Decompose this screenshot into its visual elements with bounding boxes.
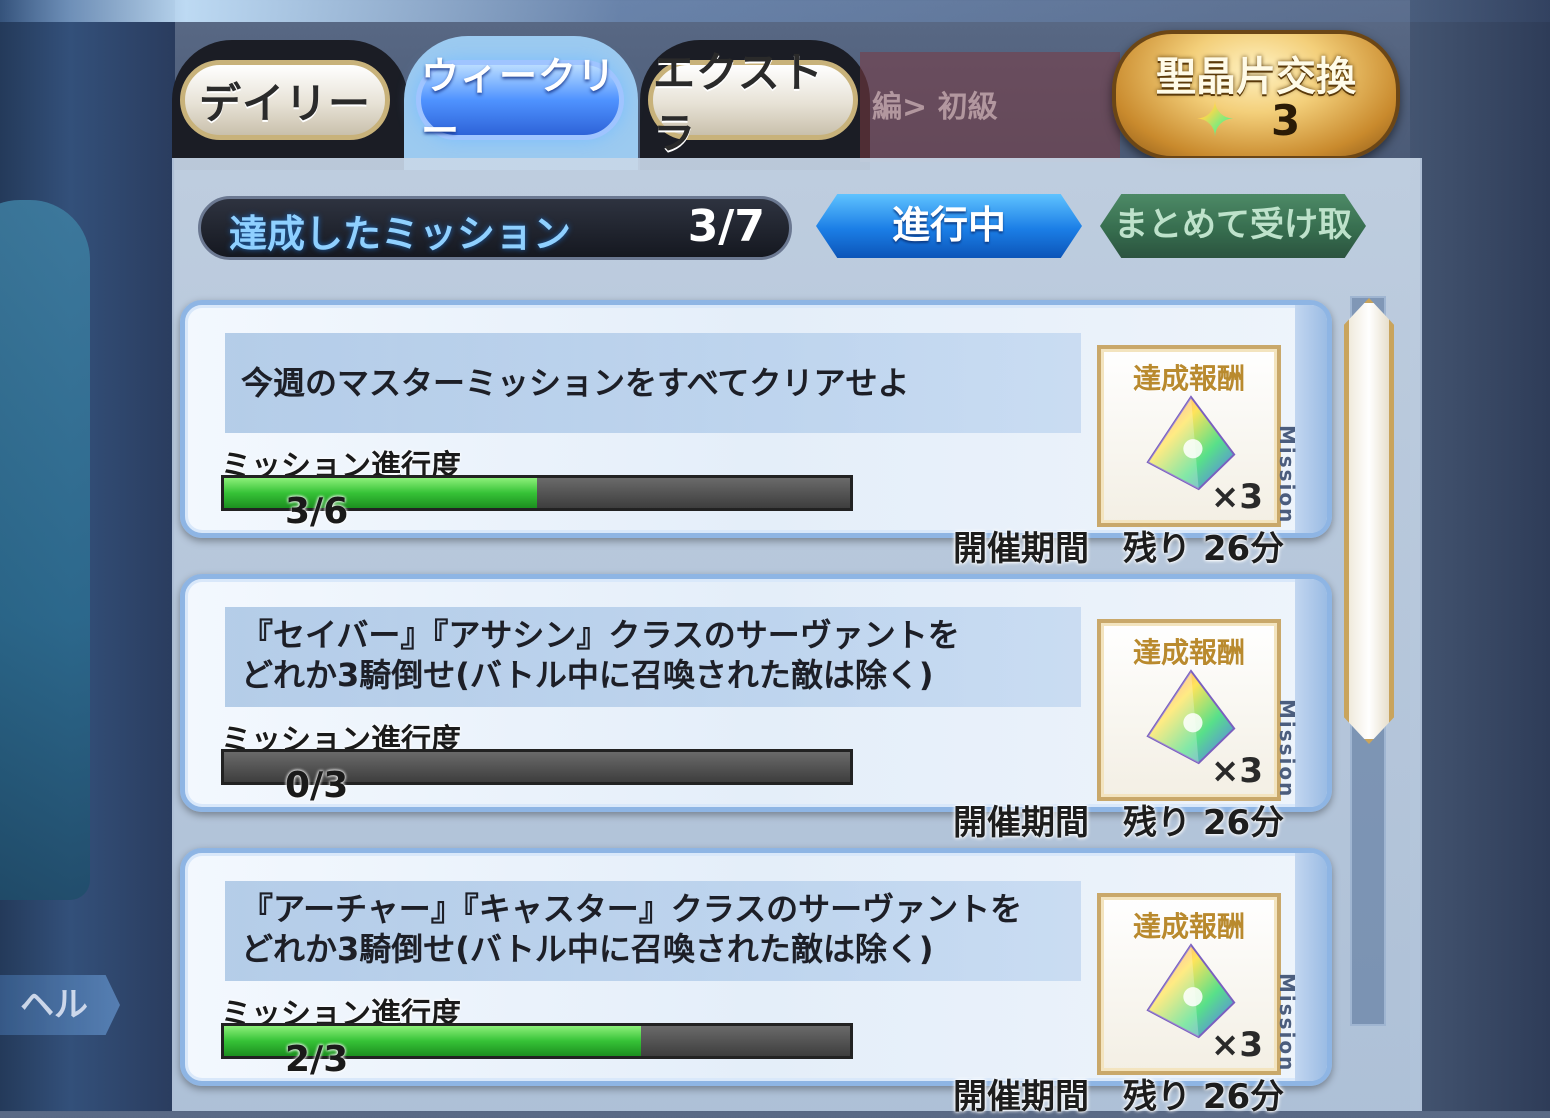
background-left: ヘルプ — [0, 0, 175, 1111]
tab-daily[interactable]: デイリー — [180, 60, 390, 140]
mission-card[interactable]: 『アーチャー』『キャスター』クラスのサーヴァントを どれか3騎倒せ(バトル中に召… — [180, 848, 1332, 1117]
exchange-label: 聖晶片交換 — [1156, 54, 1356, 100]
reward-quantity: ×3 — [1210, 477, 1263, 517]
mission-progress-value: 3/6 — [285, 491, 349, 532]
mission-progress-value: 0/3 — [285, 765, 349, 806]
reward-label: 達成報酬 — [1132, 362, 1245, 395]
quartz-fragment-exchange-button[interactable]: 聖晶片交換 ✦ 3 — [1112, 30, 1400, 160]
mission-side-tab: Mission — [1275, 305, 1327, 533]
tab-extra[interactable]: エクストラ — [648, 48, 858, 158]
achieved-value: 3/7 — [687, 201, 765, 252]
reward-label: 達成報酬 — [1132, 636, 1245, 669]
mission-description: 今週のマスターミッションをすべてクリアせよ — [241, 364, 910, 402]
mission-progress-value: 2/3 — [285, 1039, 349, 1080]
mission-progress-fill — [224, 478, 537, 508]
mission-period: 開催期間 残り 26分 — [953, 529, 1285, 569]
mission-side-label: Mission — [1275, 699, 1299, 799]
mission-reward: 達成報酬 ×3 — [1097, 619, 1281, 801]
scrollbar-thumb[interactable] — [1344, 298, 1394, 744]
background-quest-text: 編> 初級 — [872, 90, 998, 125]
mission-card[interactable]: 今週のマスターミッションをすべてクリアせよ ミッション進行度 3/6 達成報酬 … — [180, 300, 1332, 569]
background-right — [1410, 0, 1550, 1111]
mission-side-label: Mission — [1275, 973, 1299, 1073]
exchange-count: 3 — [1271, 96, 1301, 145]
help-button[interactable]: ヘルプ — [0, 975, 120, 1035]
mission-reward: 達成報酬 ×3 — [1097, 893, 1281, 1075]
mission-description: 『セイバー』『アサシン』クラスのサーヴァントを どれか3騎倒せ(バトル中に召喚さ… — [241, 616, 960, 694]
mission-side-tab: Mission — [1275, 853, 1327, 1081]
mission-side-tab: Mission — [1275, 579, 1327, 807]
reward-quantity: ×3 — [1210, 751, 1263, 791]
mission-description: 『アーチャー』『キャスター』クラスのサーヴァントを どれか3騎倒せ(バトル中に召… — [241, 890, 1023, 968]
in-progress-filter-button[interactable]: 進行中 — [816, 194, 1082, 258]
background-character — [0, 200, 90, 900]
claim-all-button[interactable]: まとめて受け取る — [1100, 194, 1366, 258]
star-icon: ✦ — [1191, 96, 1239, 144]
mission-period: 開催期間 残り 26分 — [953, 803, 1285, 843]
top-glow — [0, 0, 1550, 22]
tab-weekly[interactable]: ウィークリー — [416, 54, 624, 153]
reward-label: 達成報酬 — [1132, 910, 1245, 943]
achieved-label: 達成したミッション — [229, 212, 572, 256]
mission-side-label: Mission — [1275, 425, 1299, 525]
reward-quantity: ×3 — [1210, 1025, 1263, 1065]
achieved-missions-bar: 達成したミッション 3/7 — [198, 196, 792, 260]
mission-reward: 達成報酬 ×3 — [1097, 345, 1281, 527]
mission-card[interactable]: 『セイバー』『アサシン』クラスのサーヴァントを どれか3騎倒せ(バトル中に召喚さ… — [180, 574, 1332, 843]
